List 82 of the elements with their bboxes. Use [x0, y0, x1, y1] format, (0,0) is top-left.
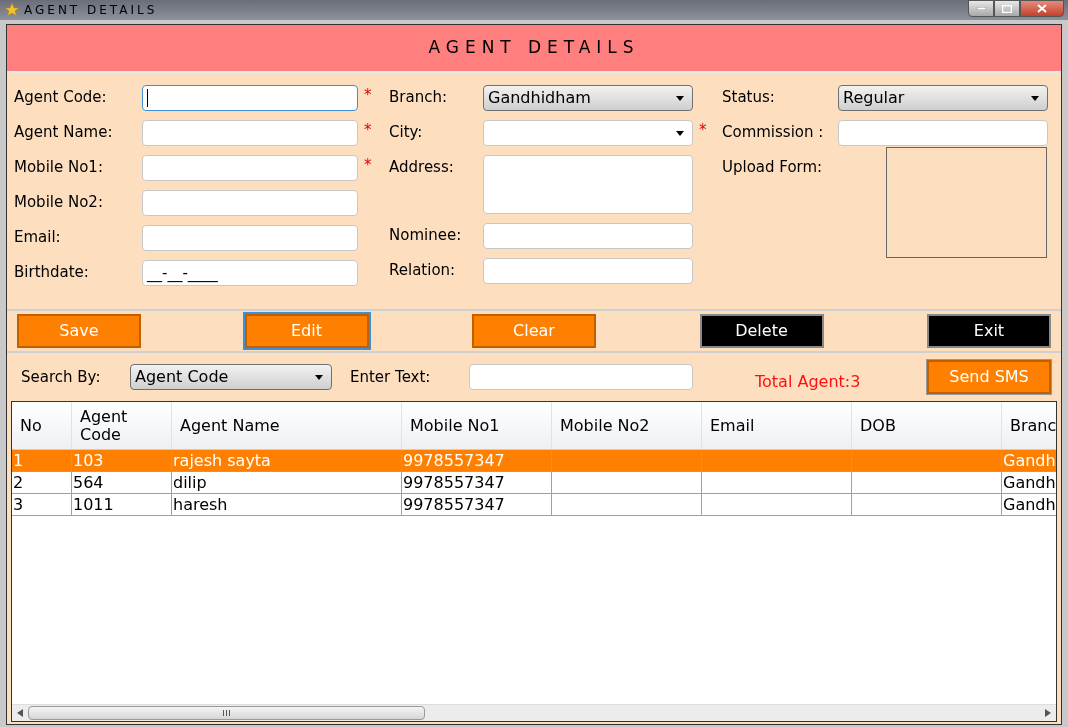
- table-cell: Gandh: [1002, 472, 1056, 493]
- field-label: Status:: [722, 87, 776, 108]
- text-field[interactable]: [142, 225, 358, 251]
- horizontal-scrollbar[interactable]: [12, 704, 1056, 721]
- field-label: Email:: [14, 227, 62, 248]
- caret-icon: [676, 130, 684, 136]
- column-header[interactable]: No: [12, 402, 72, 449]
- grip-icon: [223, 710, 230, 716]
- field-label: Agent Name:: [14, 122, 114, 143]
- caret-icon: [676, 95, 684, 101]
- scroll-left-icon: [17, 709, 23, 717]
- maximize-button[interactable]: [994, 0, 1020, 17]
- text-field[interactable]: [838, 120, 1048, 146]
- upload-preview[interactable]: [886, 147, 1047, 258]
- dropdown[interactable]: Gandhidham: [483, 85, 693, 111]
- minimize-button[interactable]: [968, 0, 994, 17]
- total-count: Total Agent:3: [755, 371, 861, 393]
- column-header[interactable]: Email: [702, 402, 852, 449]
- text-field[interactable]: [142, 85, 358, 111]
- column-header[interactable]: Agent Name: [172, 402, 402, 449]
- field-label: Mobile No1:: [14, 157, 104, 178]
- address-field[interactable]: [483, 155, 693, 214]
- dropdown[interactable]: Regular: [838, 85, 1048, 111]
- text-field[interactable]: [142, 155, 358, 181]
- caret-icon: [1031, 95, 1039, 101]
- field-label: Commission :: [722, 122, 825, 143]
- scrollbar-thumb[interactable]: [28, 706, 425, 720]
- required-mark: *: [364, 155, 372, 175]
- column-header[interactable]: Mobile No1: [402, 402, 552, 449]
- table-row[interactable]: 2 564 dilip 9978557347 Gandh: [12, 472, 1056, 494]
- window-title: AGENT DETAILS: [24, 2, 158, 19]
- enter-text-label: Enter Text:: [350, 366, 432, 388]
- table-row[interactable]: 3 1011 haresh 9978557347 Gandh: [12, 494, 1056, 516]
- close-icon: [1037, 4, 1047, 13]
- search-by-dropdown[interactable]: Agent Code: [130, 364, 332, 390]
- combo-box[interactable]: [483, 120, 693, 146]
- table-cell: 9978557347: [402, 450, 552, 471]
- required-mark: *: [364, 85, 372, 105]
- text-field[interactable]: [142, 120, 358, 146]
- table-cell: 564: [72, 472, 172, 493]
- table-cell: Gandh: [1002, 494, 1056, 515]
- field-label: Address:: [389, 157, 455, 178]
- text-field[interactable]: [142, 190, 358, 216]
- minimize-icon: [976, 7, 986, 10]
- search-field[interactable]: [469, 364, 693, 390]
- table-cell: Gandh: [1002, 450, 1056, 471]
- field-label: Relation:: [389, 260, 457, 281]
- table-cell: 1: [12, 450, 72, 471]
- text-field[interactable]: [483, 258, 693, 284]
- maximize-icon: [1002, 4, 1012, 13]
- field-label: Upload Form:: [722, 157, 824, 178]
- column-header[interactable]: Branc: [1002, 402, 1056, 449]
- column-header[interactable]: Mobile No2: [552, 402, 702, 449]
- field-label: Branch:: [389, 87, 448, 108]
- required-mark: *: [699, 120, 707, 140]
- close-button[interactable]: [1020, 0, 1064, 17]
- table-cell: 2: [12, 472, 72, 493]
- table-cell: 3: [12, 494, 72, 515]
- field-label: Mobile No2:: [14, 192, 104, 213]
- page-heading: AGENT DETAILS: [428, 36, 640, 60]
- table-cell: haresh: [172, 494, 402, 515]
- field-label: City:: [389, 122, 424, 143]
- table-cell: rajesh sayta: [172, 450, 402, 471]
- text-field[interactable]: __-__-____: [142, 260, 358, 286]
- field-label: Agent Code:: [14, 87, 108, 108]
- table-cell: 103: [72, 450, 172, 471]
- table-cell: 1011: [72, 494, 172, 515]
- table-cell: dilip: [172, 472, 402, 493]
- table-cell: 9978557347: [402, 494, 552, 515]
- field-label: Nominee:: [389, 225, 463, 246]
- caret-icon: [315, 374, 323, 380]
- table-cell: 9978557347: [402, 472, 552, 493]
- text-field[interactable]: [483, 223, 693, 249]
- action-button[interactable]: Delete: [699, 314, 824, 348]
- field-label: Birthdate:: [14, 262, 90, 283]
- action-button[interactable]: Exit: [927, 314, 1051, 348]
- column-header[interactable]: Agent Code: [72, 402, 172, 449]
- column-header[interactable]: DOB: [852, 402, 1002, 449]
- required-mark: *: [364, 120, 372, 140]
- scroll-right-icon: [1045, 709, 1051, 717]
- search-by-label: Search By:: [21, 366, 102, 388]
- star-icon: [4, 2, 20, 18]
